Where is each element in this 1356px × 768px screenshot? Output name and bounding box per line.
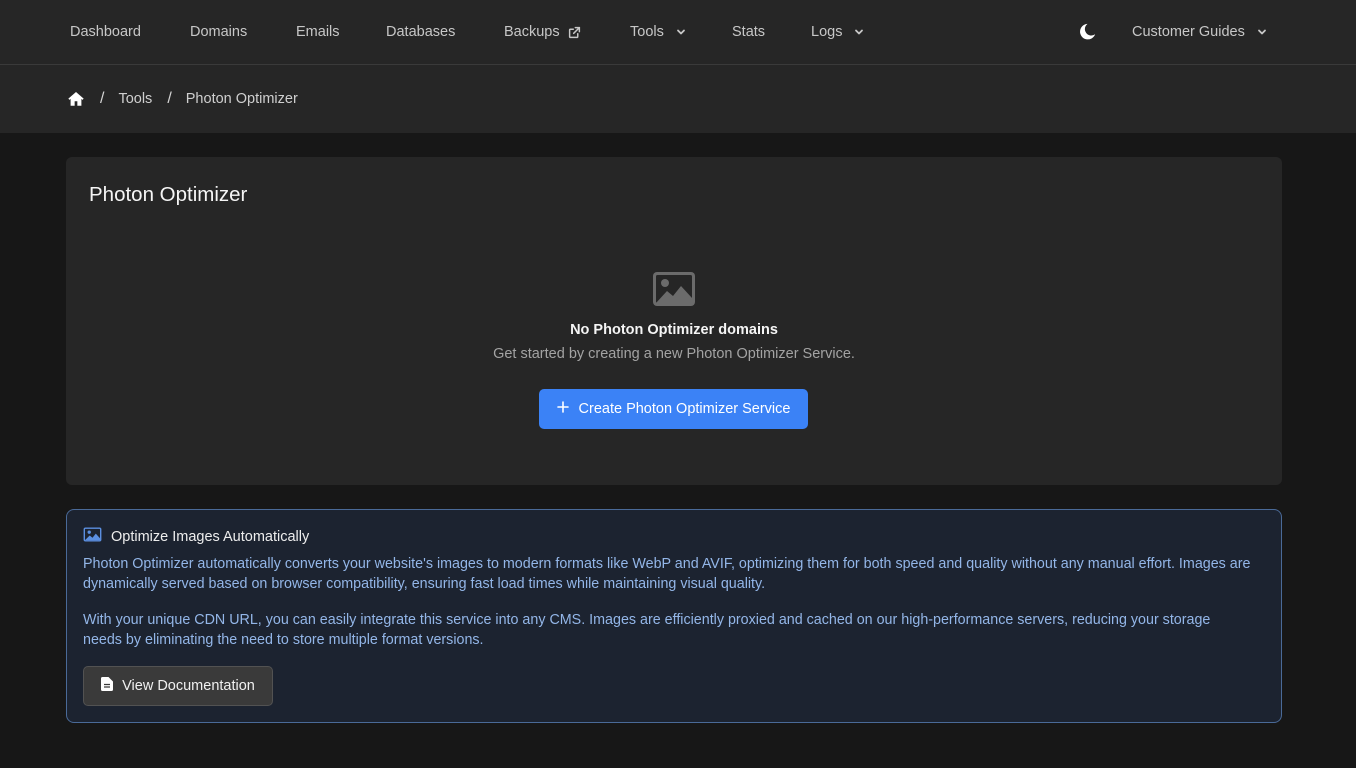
- nav-domains-label: Domains: [190, 24, 248, 40]
- nav-backups[interactable]: Backups: [504, 0, 581, 64]
- nav-emails-label: Emails: [296, 24, 340, 40]
- info-panel: Optimize Images Automatically Photon Opt…: [66, 509, 1282, 723]
- breadcrumb-current: Photon Optimizer: [185, 91, 298, 107]
- document-icon: [101, 677, 114, 695]
- theme-toggle-button[interactable]: [1076, 21, 1098, 43]
- nav-tools-label: Tools: [630, 24, 664, 40]
- breadcrumb-tools[interactable]: Tools: [118, 91, 152, 107]
- info-paragraph: With your unique CDN URL, you can easily…: [83, 612, 1211, 648]
- chevron-down-icon: [676, 27, 686, 37]
- page-title: Photon Optimizer: [89, 183, 248, 206]
- breadcrumb-separator: /: [167, 90, 172, 107]
- info-heading: Optimize Images Automatically: [83, 527, 309, 546]
- nav-dashboard[interactable]: Dashboard: [70, 0, 141, 64]
- moon-icon: [1076, 23, 1098, 47]
- info-heading-text: Optimize Images Automatically: [111, 528, 310, 545]
- empty-state-title: No Photon Optimizer domains: [570, 322, 778, 338]
- image-icon: [652, 271, 696, 307]
- nav-customer-guides-label: Customer Guides: [1132, 24, 1245, 40]
- chevron-down-icon: [854, 27, 864, 37]
- nav-backups-label: Backups: [504, 24, 560, 40]
- create-service-label: Create Photon Optimizer Service: [578, 401, 791, 417]
- view-documentation-button[interactable]: View Documentation: [83, 666, 273, 706]
- plus-icon: [556, 401, 569, 417]
- create-service-button[interactable]: Create Photon Optimizer Service: [539, 389, 808, 429]
- nav-customer-guides-dropdown[interactable]: Customer Guides: [1132, 0, 1267, 64]
- chevron-down-icon: [1257, 27, 1267, 37]
- nav-stats[interactable]: Stats: [732, 0, 765, 64]
- nav-logs-label: Logs: [811, 24, 843, 40]
- breadcrumb-separator: /: [100, 90, 105, 107]
- nav-databases[interactable]: Databases: [386, 0, 455, 64]
- photon-optimizer-card: Photon Optimizer No Photon Optimizer dom…: [66, 157, 1282, 485]
- nav-tools-dropdown[interactable]: Tools: [630, 0, 686, 64]
- external-link-icon: [568, 26, 581, 39]
- breadcrumb-bar: / Tools / Photon Optimizer: [0, 65, 1356, 133]
- breadcrumb: / Tools / Photon Optimizer: [67, 65, 298, 133]
- nav-stats-label: Stats: [732, 24, 766, 40]
- image-icon: [83, 527, 102, 546]
- nav-dashboard-label: Dashboard: [70, 24, 141, 40]
- empty-state-subtitle: Get started by creating a new Photon Opt…: [493, 346, 855, 362]
- info-paragraph: Photon Optimizer automatically converts …: [83, 556, 1251, 592]
- nav-databases-label: Databases: [386, 24, 456, 40]
- home-icon[interactable]: [67, 90, 85, 108]
- view-documentation-label: View Documentation: [122, 678, 255, 694]
- top-navigation: Dashboard Domains Emails Databases Backu…: [0, 0, 1356, 65]
- nav-emails[interactable]: Emails: [296, 0, 340, 64]
- nav-logs-dropdown[interactable]: Logs: [811, 0, 864, 64]
- nav-domains[interactable]: Domains: [190, 0, 247, 64]
